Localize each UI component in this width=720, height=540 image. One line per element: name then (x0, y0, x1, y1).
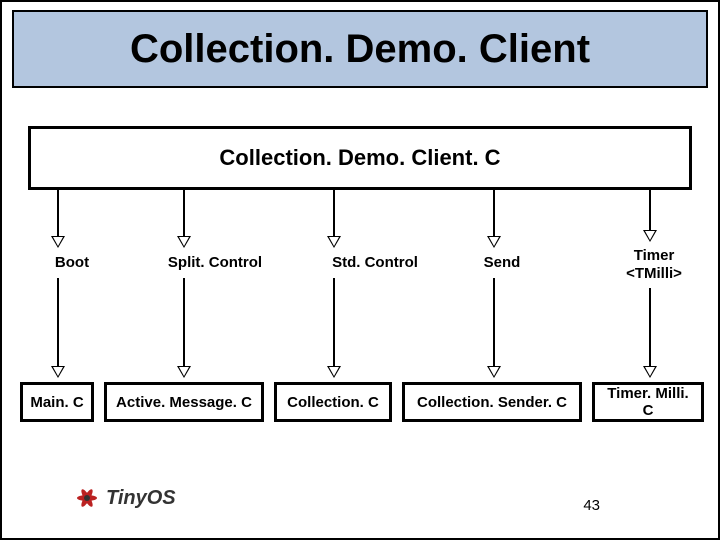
propeller-icon (72, 483, 102, 513)
arrow-split-top-head (177, 236, 191, 248)
arrow-split-top-shaft (183, 190, 185, 236)
top-component-box: Collection. Demo. Client. C (28, 126, 692, 190)
component-main-label: Main. C (30, 394, 83, 411)
page-number: 43 (583, 497, 600, 514)
arrow-send-top-shaft (493, 190, 495, 236)
arrow-boot-bottom-head (51, 366, 65, 378)
interface-splitcontrol-label: Split. Control (160, 254, 270, 272)
interface-send-label: Send (472, 254, 532, 272)
arrow-timer-bottom-shaft (649, 288, 651, 366)
arrow-timer-top-shaft (649, 190, 651, 230)
component-timermilli-label: Timer. Milli. C (601, 385, 695, 419)
slide: Collection. Demo. Client Collection. Dem… (0, 0, 720, 540)
arrow-send-bottom-head (487, 366, 501, 378)
tinyos-logo: TinyOS (72, 476, 182, 520)
arrow-std-bottom-head (327, 366, 341, 378)
arrow-send-top-head (487, 236, 501, 248)
title-bar: Collection. Demo. Client (12, 10, 708, 88)
arrow-std-top-shaft (333, 190, 335, 236)
arrow-std-bottom-shaft (333, 278, 335, 366)
arrow-timer-bottom-head (643, 366, 657, 378)
arrow-boot-bottom-shaft (57, 278, 59, 366)
component-collection-label: Collection. C (287, 394, 379, 411)
component-timermilli-box: Timer. Milli. C (592, 382, 704, 422)
arrow-std-top-head (327, 236, 341, 248)
arrow-split-bottom-head (177, 366, 191, 378)
component-activemessage-box: Active. Message. C (104, 382, 264, 422)
slide-title: Collection. Demo. Client (130, 27, 590, 72)
arrow-boot-top-head (51, 236, 65, 248)
interface-stdcontrol-label: Std. Control (320, 254, 430, 272)
arrow-split-bottom-shaft (183, 278, 185, 366)
component-collectionsender-box: Collection. Sender. C (402, 382, 582, 422)
component-collectionsender-label: Collection. Sender. C (417, 394, 567, 411)
component-main-box: Main. C (20, 382, 94, 422)
interface-timer-label: Timer <TMilli> (614, 247, 694, 283)
component-activemessage-label: Active. Message. C (116, 394, 252, 411)
top-component-label: Collection. Demo. Client. C (219, 145, 500, 171)
interface-boot-label: Boot (42, 254, 102, 272)
component-collection-box: Collection. C (274, 382, 392, 422)
arrow-boot-top-shaft (57, 190, 59, 236)
logo-text: TinyOS (106, 487, 176, 510)
arrow-timer-top-head (643, 230, 657, 242)
arrow-send-bottom-shaft (493, 278, 495, 366)
